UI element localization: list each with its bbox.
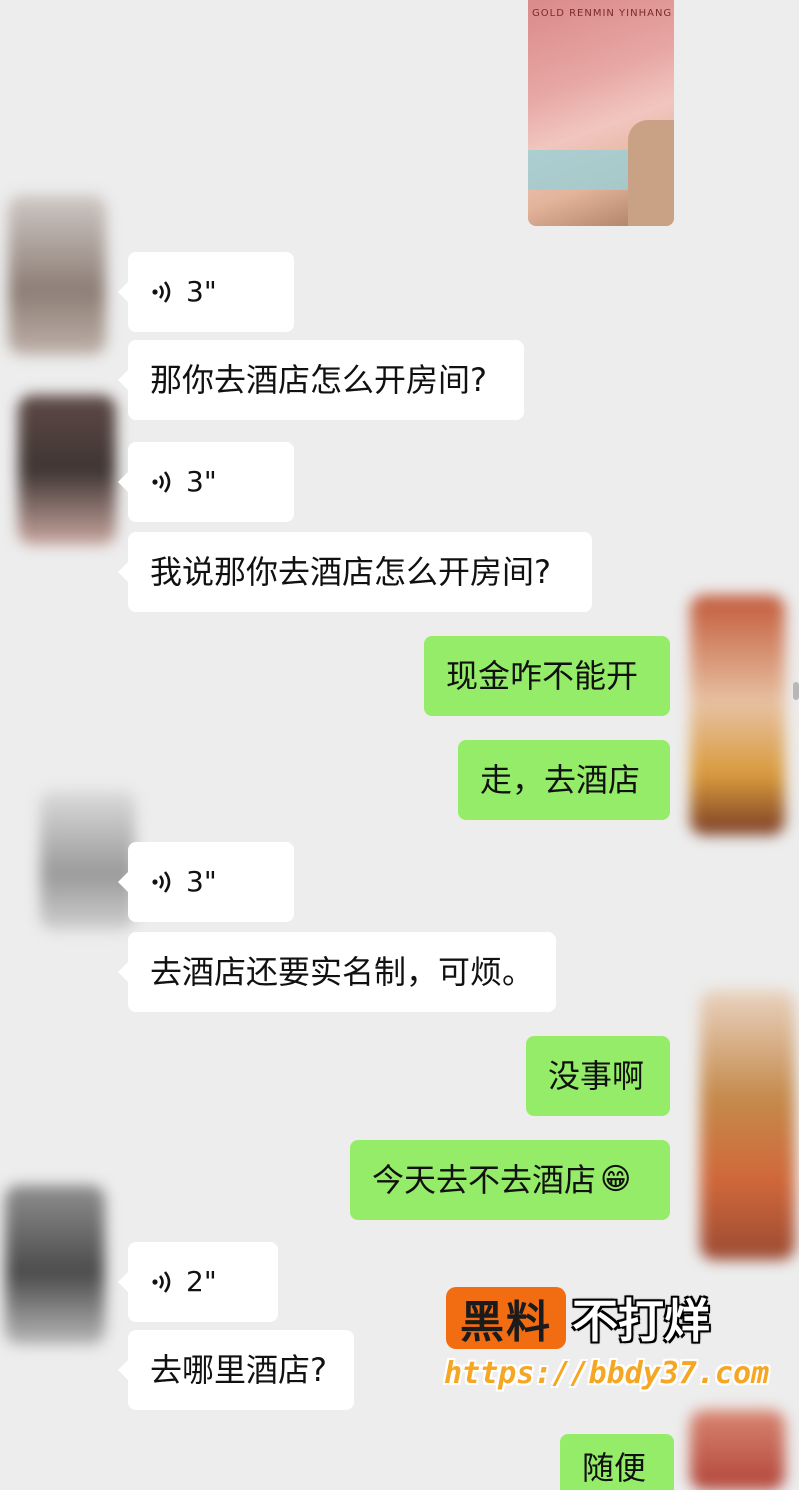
message-text: 走，去酒店	[480, 761, 641, 799]
watermark-url: https://bbdy37.com	[444, 1356, 770, 1391]
photo-hand	[628, 120, 674, 226]
voice-duration: 3"	[186, 865, 217, 898]
image-message-banknotes[interactable]: GOLD RENMIN YINHANG	[528, 0, 674, 226]
watermark-slogan: 不打烊	[572, 1294, 710, 1348]
message-text: 去哪里酒店?	[150, 1351, 327, 1389]
voice-wave-icon	[152, 1271, 171, 1293]
my-avatar[interactable]	[690, 595, 785, 835]
voice-message[interactable]: 2"	[118, 1242, 278, 1322]
voice-message[interactable]: 3"	[118, 442, 294, 522]
message-text: 那你去酒店怎么开房间?	[150, 361, 487, 399]
text-message[interactable]: 去哪里酒店?	[118, 1330, 354, 1410]
contact-avatar[interactable]	[18, 395, 116, 545]
contact-avatar[interactable]	[5, 1185, 105, 1345]
contact-avatar[interactable]	[8, 195, 106, 355]
my-avatar[interactable]	[690, 1410, 785, 1490]
voice-wave-icon	[152, 871, 171, 893]
message-text: 今天去不去酒店	[372, 1161, 597, 1199]
text-message-sent[interactable]: 随便	[560, 1434, 674, 1490]
voice-wave-icon	[152, 471, 171, 493]
text-message[interactable]: 那你去酒店怎么开房间?	[118, 340, 524, 420]
text-message[interactable]: 去酒店还要实名制，可烦。	[118, 932, 556, 1012]
photo-caption: GOLD RENMIN YINHANG	[532, 8, 673, 19]
voice-duration: 3"	[186, 275, 217, 308]
voice-duration: 3"	[186, 465, 217, 498]
text-message-sent[interactable]: 今天去不去酒店 😁	[350, 1140, 670, 1220]
scrollbar-thumb[interactable]	[793, 682, 799, 700]
voice-duration: 2"	[186, 1265, 217, 1298]
message-text: 随便	[582, 1449, 647, 1487]
text-message-sent[interactable]: 走，去酒店	[458, 740, 670, 820]
grinning-emoji-icon: 😁	[600, 1162, 632, 1197]
message-text: 没事啊	[548, 1057, 645, 1095]
text-message-sent[interactable]: 没事啊	[526, 1036, 670, 1116]
message-text: 现金咋不能开	[446, 657, 639, 695]
watermark-brand: 黑料	[460, 1297, 552, 1348]
watermark-brand-badge: 黑料	[446, 1287, 566, 1349]
voice-message[interactable]: 3"	[118, 252, 294, 332]
contact-avatar[interactable]	[40, 790, 135, 930]
text-message[interactable]: 我说那你去酒店怎么开房间?	[118, 532, 592, 612]
voice-wave-icon	[152, 281, 171, 303]
message-text: 我说那你去酒店怎么开房间?	[150, 553, 551, 591]
my-avatar[interactable]	[700, 990, 795, 1260]
voice-message[interactable]: 3"	[118, 842, 294, 922]
message-text: 去酒店还要实名制，可烦。	[150, 953, 535, 991]
text-message-sent[interactable]: 现金咋不能开	[424, 636, 670, 716]
